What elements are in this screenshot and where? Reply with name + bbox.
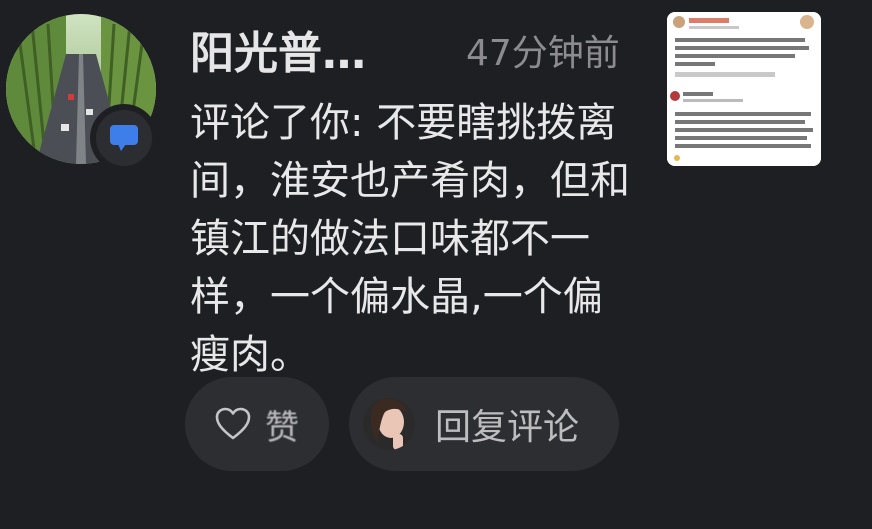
like-label: 赞 <box>265 407 299 448</box>
comment-bubble-icon <box>110 125 138 151</box>
my-avatar <box>363 398 415 450</box>
post-thumbnail[interactable] <box>667 12 821 166</box>
reply-comment-button[interactable]: 回复评论 <box>349 377 619 471</box>
username[interactable]: 阳光普… <box>190 24 366 84</box>
like-button[interactable]: 赞 <box>185 377 329 471</box>
post-preview-image <box>667 12 821 166</box>
comment-text[interactable]: 评论了你: 不要瞎挑拨离间，淮安也产肴肉，但和镇江的做法口味都不一样，一个偏水晶… <box>190 94 630 384</box>
user-avatar-group[interactable] <box>6 14 158 172</box>
timestamp: 47分钟前 <box>466 33 620 74</box>
reply-label: 回复评论 <box>435 407 580 448</box>
heart-icon <box>215 407 251 440</box>
my-avatar-image <box>363 398 415 450</box>
comment-badge <box>90 104 158 172</box>
